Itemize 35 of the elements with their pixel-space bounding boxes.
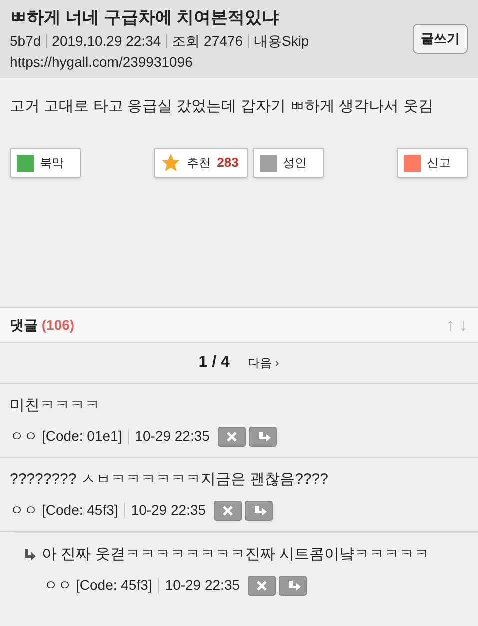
delete-icon[interactable] — [214, 500, 242, 520]
comment-code: [Code: 45f3] — [76, 576, 152, 595]
comment-text: 미친ㅋㅋㅋㅋ — [10, 396, 100, 416]
meta-text: 내용Skip — [254, 32, 310, 51]
action-button[interactable]: 성인 — [252, 148, 324, 178]
action-button[interactable]: 추천 283 — [154, 148, 248, 178]
comment-time: 10-29 22:35 — [135, 427, 210, 446]
comment-code: [Code: 01e1] — [42, 427, 122, 446]
comment-text: 아 진짜 웃겯ㅋㅋㅋㅋㅋㅋㅋㅋ진짜 시트콤이냨ㅋㅋㅋㅋㅋ — [42, 545, 430, 565]
meta-text: 5b7d — [10, 32, 42, 51]
comments-label: 댓글 (106) — [10, 316, 75, 335]
comment-text: ???????? ㅅㅂㅋㅋㅋㅋㅋㅋ지금은 괜찮음???? — [10, 470, 328, 490]
meta-text: 조회 27476 — [172, 32, 243, 51]
action-button[interactable]: 북막 — [10, 148, 81, 178]
delete-icon[interactable] — [218, 426, 246, 446]
comment-author: ㅇㅇ — [10, 427, 38, 446]
reply-icon[interactable] — [248, 426, 277, 446]
reply-arrow-icon — [24, 549, 36, 561]
action-button[interactable]: 신고 — [396, 148, 468, 178]
comment-time: 10-29 22:35 — [131, 501, 206, 520]
star-icon — [161, 153, 182, 173]
comment-author: ㅇㅇ — [44, 576, 72, 595]
meta-text: 2019.10.29 22:34 — [52, 32, 162, 51]
reply-icon[interactable] — [245, 500, 274, 520]
post-url: https://hygall.com/239931096 — [10, 53, 194, 72]
post-title: ㅃ하게 너네 구급차에 치여본적있냐 — [10, 7, 280, 29]
post-body: 고거 고대로 타고 응급실 갔었는데 갑자기 ㅃ하게 생각나서 웃김 — [9, 97, 434, 117]
comment-author: ㅇㅇ — [10, 501, 38, 520]
next-page-link[interactable]: 다음 › — [248, 354, 280, 372]
write-button[interactable]: 글쓰기 — [413, 24, 468, 54]
comment-time: 10-29 22:35 — [165, 576, 240, 595]
page-indicator: 1 / 4 — [198, 353, 230, 373]
reply-icon[interactable] — [279, 576, 308, 596]
delete-icon[interactable] — [248, 576, 276, 596]
comment-code: [Code: 45f3] — [42, 501, 118, 520]
